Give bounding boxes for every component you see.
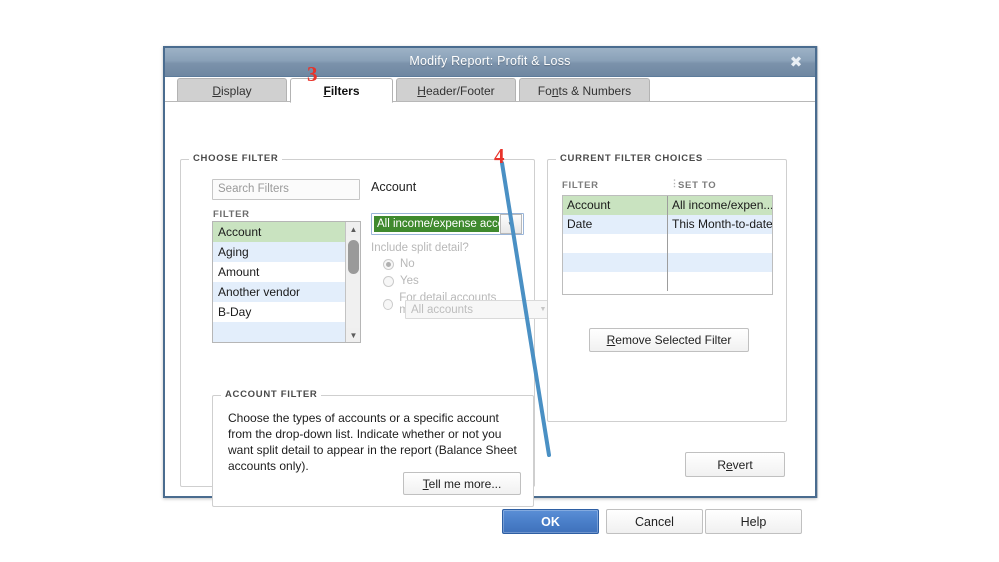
choose-filter-group: CHOOSE FILTER Search Filters FILTER Acco… [180, 153, 553, 507]
cell-set-to [668, 253, 772, 272]
dialog-title: Modify Report: Profit & Loss [409, 54, 571, 68]
filter-choices-header: FILTER ⋮ SET TO [562, 179, 772, 196]
tabstrip: Display Filters Header/Footer Fonts & Nu… [165, 78, 815, 103]
table-row[interactable] [563, 272, 772, 291]
account-heading: Account [371, 180, 417, 194]
cell-set-to [668, 272, 772, 291]
filter-list[interactable]: Account Aging Amount Another vendor B-Da… [212, 221, 361, 343]
list-item[interactable]: Another vendor [213, 282, 360, 302]
tab-filters[interactable]: Filters [290, 78, 393, 103]
radio-no[interactable]: No [383, 258, 415, 270]
tab-fonts-numbers[interactable]: Fonts & Numbers [519, 78, 650, 102]
table-row[interactable] [563, 234, 772, 253]
triangle-up-icon[interactable]: ▲ [346, 222, 360, 236]
list-item[interactable]: Account [213, 222, 360, 242]
filter-column-header: FILTER [213, 209, 250, 220]
tell-me-more-button[interactable]: Tell me more... [403, 472, 521, 495]
column-header-filter: FILTER [562, 180, 599, 191]
cancel-button[interactable]: Cancel [606, 509, 703, 534]
cell-filter: Date [563, 215, 668, 234]
cell-set-to: All income/expen... [672, 198, 772, 212]
account-combo[interactable]: All income/expense accounts ▼ [371, 213, 524, 235]
all-accounts-value: All accounts [411, 303, 474, 316]
current-filter-choices-group: CURRENT FILTER CHOICES FILTER ⋮ SET TO A… [547, 153, 787, 422]
annotation-number-3: 3 [307, 62, 318, 86]
close-icon[interactable]: ✖ [787, 53, 805, 71]
cell-set-to [668, 234, 772, 253]
cell-set-to: This Month-to-date [672, 217, 772, 231]
tab-header-footer[interactable]: Header/Footer [396, 78, 516, 102]
account-filter-description: Choose the types of accounts or a specif… [228, 411, 517, 473]
revert-button[interactable]: Revert [685, 452, 785, 477]
radio-no-label: No [400, 258, 415, 270]
cell-filter [563, 253, 668, 272]
cell-filter [563, 234, 668, 253]
tab-display[interactable]: Display [177, 78, 287, 102]
filter-choices-table[interactable]: Account All income/expen... Date This Mo… [562, 195, 773, 295]
scrollbar-thumb[interactable] [348, 240, 359, 274]
radio-icon [383, 258, 394, 270]
table-row[interactable] [563, 253, 772, 272]
ok-button[interactable]: OK [502, 509, 599, 534]
triangle-down-icon[interactable]: ▼ [346, 328, 360, 342]
radio-icon [383, 298, 394, 310]
dialog-titlebar: Modify Report: Profit & Loss ✖ [165, 48, 815, 77]
radio-yes-label: Yes [400, 275, 419, 287]
radio-yes[interactable]: Yes [383, 275, 419, 287]
choose-filter-label: CHOOSE FILTER [189, 153, 283, 164]
annotation-number-4: 4 [494, 144, 505, 168]
list-item[interactable]: Aging [213, 242, 360, 262]
all-accounts-combo[interactable]: All accounts ▼ [405, 300, 553, 319]
cell-filter [563, 272, 668, 291]
remove-selected-filter-button[interactable]: Remove Selected Filter [589, 328, 749, 352]
account-filter-label: ACCOUNT FILTER [221, 389, 322, 400]
chevron-down-icon[interactable]: ▼ [500, 214, 522, 234]
account-filter-group: ACCOUNT FILTER Choose the types of accou… [212, 389, 534, 507]
current-filter-choices-label: CURRENT FILTER CHOICES [556, 153, 707, 164]
list-item[interactable]: Amount [213, 262, 360, 282]
include-split-detail-label: Include split detail? [371, 242, 469, 254]
list-item[interactable]: B-Day [213, 302, 360, 322]
account-combo-value: All income/expense accounts [374, 216, 499, 232]
list-item[interactable] [213, 322, 360, 342]
filters-panel: CHOOSE FILTER Search Filters FILTER Acco… [165, 102, 815, 534]
search-filters-input[interactable]: Search Filters [212, 179, 360, 200]
modify-report-dialog: Modify Report: Profit & Loss ✖ Display F… [163, 46, 817, 534]
help-button[interactable]: Help [705, 509, 802, 534]
cell-filter: Account [563, 196, 668, 215]
filter-list-scrollbar[interactable]: ▲ ▼ [345, 222, 360, 342]
table-row[interactable]: Account All income/expen... [563, 196, 772, 215]
table-row[interactable]: Date This Month-to-date [563, 215, 772, 234]
column-header-set-to: SET TO [678, 180, 717, 191]
radio-icon [383, 275, 394, 287]
